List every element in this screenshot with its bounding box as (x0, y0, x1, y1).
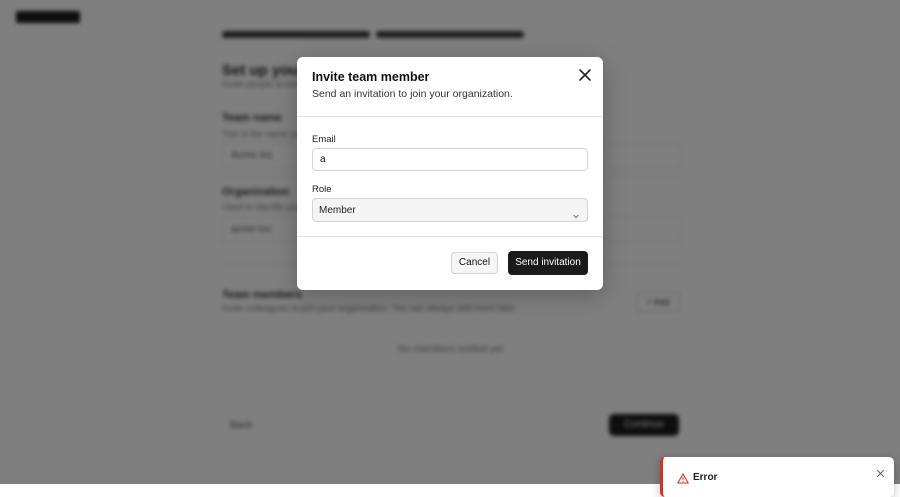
chevron-down-icon (572, 207, 580, 219)
error-toast: Error (660, 457, 894, 497)
cancel-button[interactable]: Cancel (451, 252, 498, 274)
role-selected-value: Member (319, 205, 356, 216)
invite-member-dialog: Invite team member Send an invitation to… (297, 57, 603, 290)
close-icon[interactable] (578, 68, 592, 82)
dialog-divider (297, 236, 603, 237)
email-field[interactable] (312, 148, 588, 171)
role-label: Role (312, 184, 332, 195)
close-icon[interactable] (876, 465, 885, 478)
send-invitation-button[interactable]: Send invitation (508, 251, 588, 275)
dialog-divider (297, 116, 603, 117)
email-label: Email (312, 134, 336, 145)
dialog-description: Send an invitation to join your organiza… (312, 88, 513, 100)
warning-icon (677, 471, 689, 484)
dialog-title: Invite team member (312, 70, 430, 84)
role-select[interactable]: Member (312, 198, 588, 222)
toast-title: Error (693, 472, 718, 483)
